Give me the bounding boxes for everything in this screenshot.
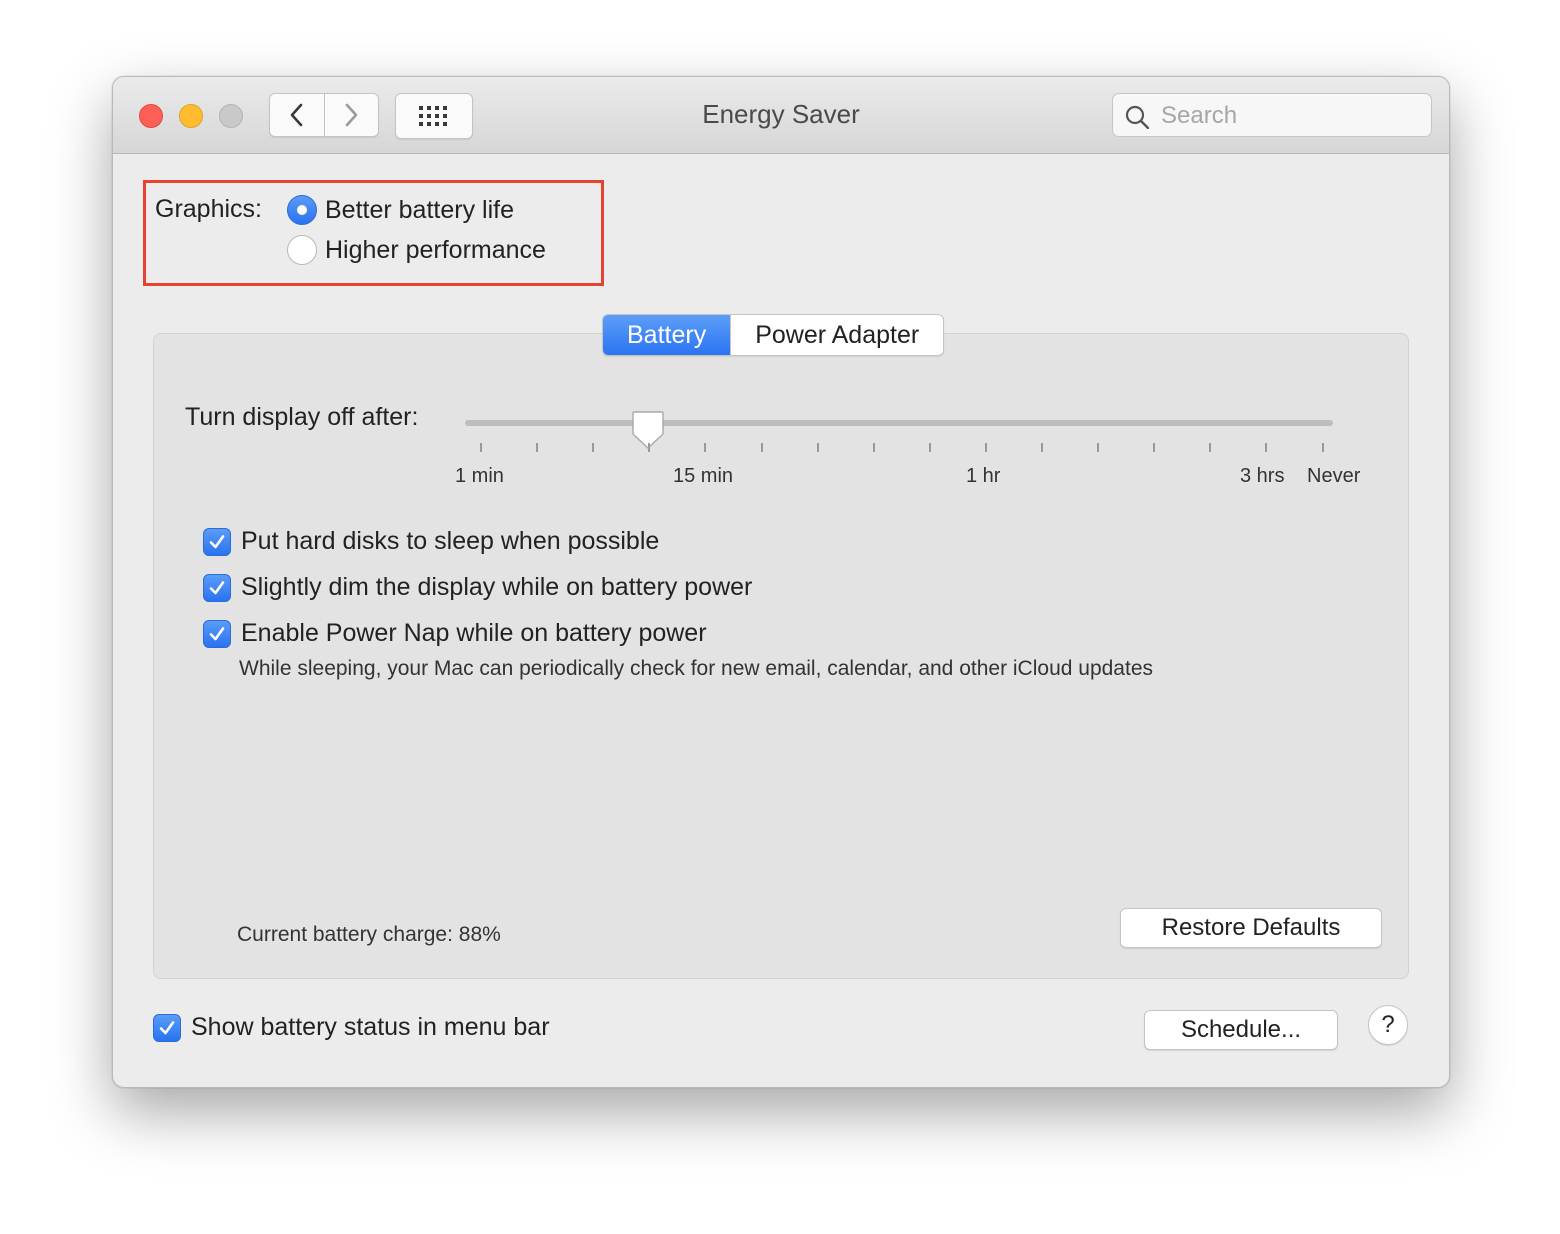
search-input[interactable]: [1159, 100, 1423, 132]
radio-better-battery-life[interactable]: Better battery life: [287, 195, 514, 225]
slider-tick: [928, 443, 931, 452]
option-hard-disk-sleep[interactable]: Put hard disks to sleep when possible: [203, 527, 659, 556]
checkbox-checked[interactable]: [203, 619, 231, 648]
search-field[interactable]: [1112, 93, 1432, 137]
show-battery-status-option[interactable]: Show battery status in menu bar: [153, 1013, 550, 1042]
radio-label: Better battery life: [325, 195, 514, 224]
checkmark-icon: [159, 1020, 175, 1034]
checkmark-icon: [209, 580, 225, 594]
radio-higher-performance[interactable]: Higher performance: [287, 235, 546, 265]
option-label: Show battery status in menu bar: [191, 1013, 550, 1041]
tick-label-1-min: 1 min: [455, 465, 504, 487]
display-off-label: Turn display off after:: [185, 403, 419, 431]
title-bar: Energy Saver: [113, 77, 1449, 154]
slider-tick: [704, 443, 707, 452]
slider-tick: [984, 443, 987, 452]
tick-label-3-hrs: 3 hrs: [1240, 465, 1285, 487]
checkmark-icon: [209, 626, 225, 640]
tab-battery[interactable]: Battery: [603, 315, 731, 355]
option-label: Slightly dim the display while on batter…: [241, 573, 753, 601]
tab-power-adapter[interactable]: Power Adapter: [730, 315, 943, 355]
tick-label-never: Never: [1307, 465, 1361, 487]
battery-charge-status: Current battery charge: 88%: [237, 923, 501, 946]
slider-tick: [1153, 443, 1156, 452]
slider-tick: [872, 443, 875, 452]
option-label: Put hard disks to sleep when possible: [241, 527, 660, 555]
radio-selected-icon[interactable]: [287, 195, 317, 225]
slider-tick: [536, 443, 539, 452]
tab-bar: Battery Power Adapter: [602, 314, 945, 356]
slider-tick: [480, 443, 482, 452]
power-nap-description: While sleeping, your Mac can periodicall…: [239, 657, 1153, 680]
display-off-slider-track[interactable]: [465, 420, 1333, 426]
radio-label: Higher performance: [325, 235, 546, 264]
checkbox-checked[interactable]: [203, 573, 231, 602]
checkbox-checked[interactable]: [153, 1013, 181, 1042]
help-button[interactable]: ?: [1368, 1005, 1408, 1045]
schedule-button[interactable]: Schedule...: [1144, 1010, 1338, 1050]
slider-tick: [1041, 443, 1043, 452]
slider-tick: [760, 443, 763, 452]
slider-tick: [1097, 443, 1100, 452]
slider-tick: [592, 443, 595, 452]
search-icon: [1125, 105, 1149, 129]
slider-tick: [1265, 443, 1268, 452]
slider-tick: [1209, 443, 1212, 452]
radio-unselected-icon[interactable]: [287, 235, 317, 265]
option-label: Enable Power Nap while on battery power: [241, 619, 707, 647]
slider-tick: [648, 443, 651, 452]
slider-tick: [816, 443, 819, 452]
restore-defaults-button[interactable]: Restore Defaults: [1120, 908, 1382, 948]
option-dim-display[interactable]: Slightly dim the display while on batter…: [203, 573, 752, 602]
tick-label-15-min: 15 min: [673, 465, 734, 487]
checkmark-icon: [209, 534, 225, 548]
slider-tick: [1321, 443, 1324, 452]
tick-label-1-hr: 1 hr: [966, 465, 1001, 487]
checkbox-checked[interactable]: [203, 527, 231, 556]
option-power-nap[interactable]: Enable Power Nap while on battery power: [203, 619, 707, 648]
energy-saver-window: Energy Saver Graphics: Better battery li…: [112, 76, 1450, 1088]
graphics-label: Graphics:: [155, 195, 262, 223]
